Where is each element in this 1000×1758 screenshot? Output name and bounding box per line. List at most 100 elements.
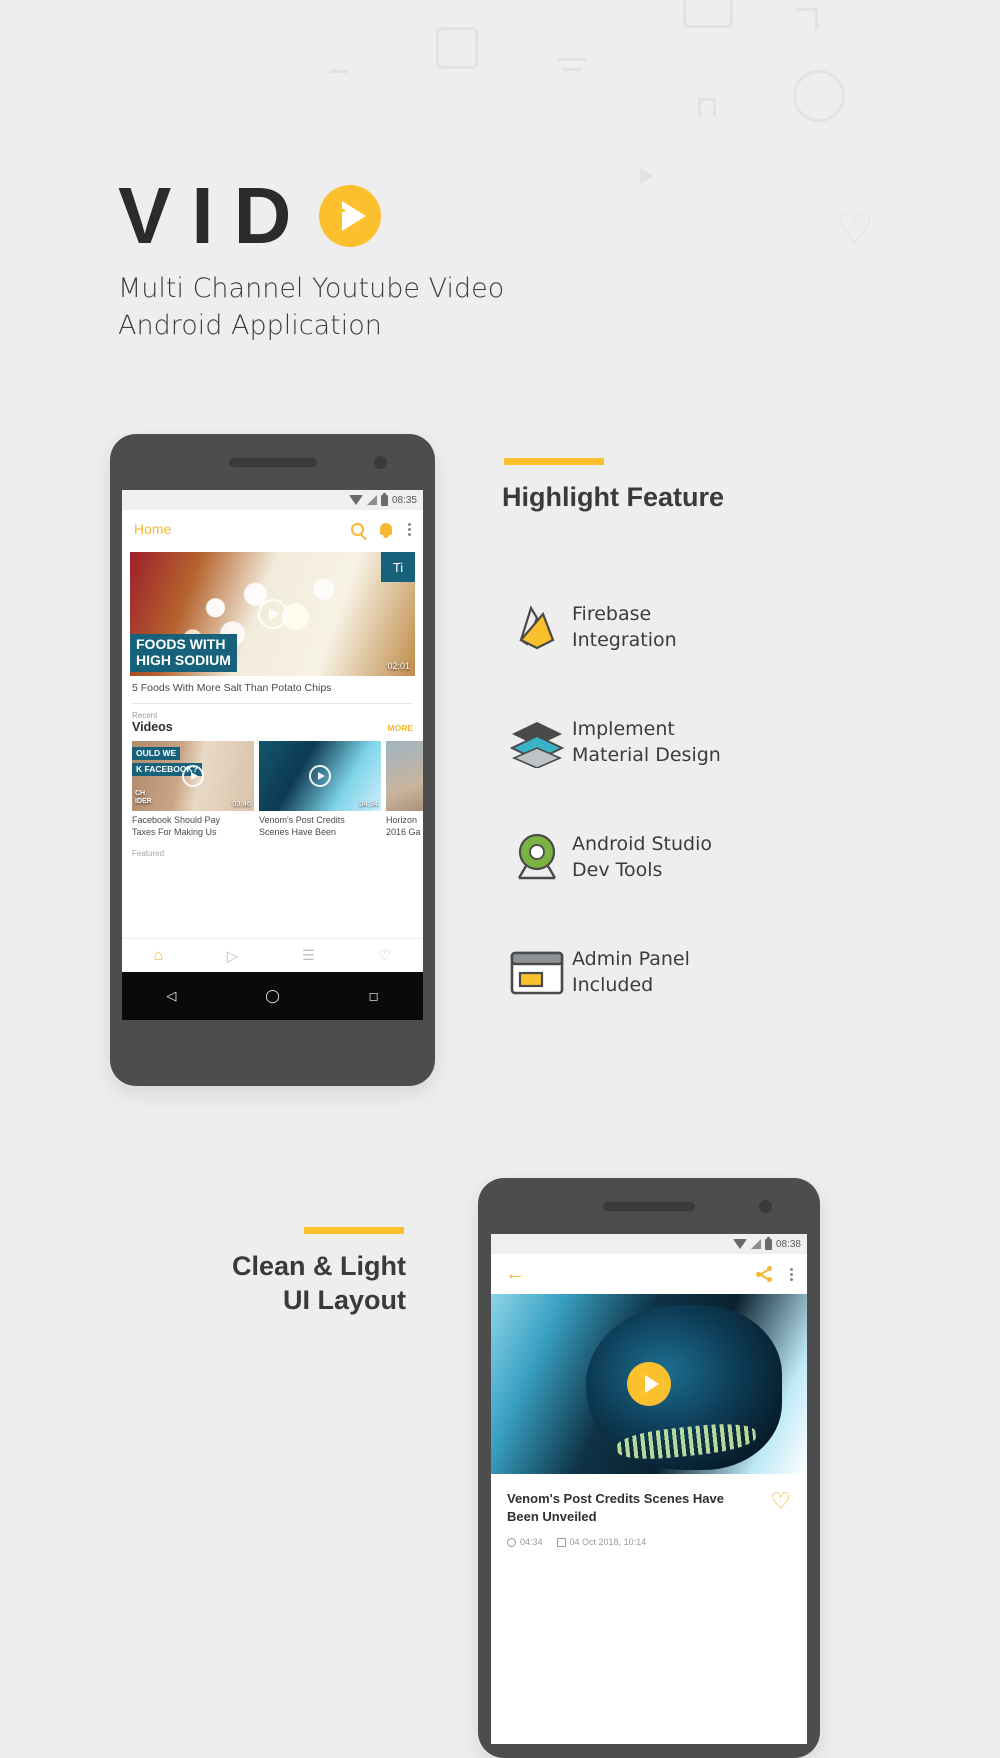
hero-badge: Ti — [381, 552, 415, 582]
video-player[interactable] — [491, 1294, 807, 1474]
phone-camera — [759, 1200, 772, 1213]
decor-corner-2 — [698, 98, 716, 116]
thumbnail-image — [386, 741, 423, 811]
decor-square-2 — [436, 27, 478, 69]
heart-icon[interactable]: ♡ — [379, 947, 392, 964]
more-link[interactable]: MORE — [388, 723, 414, 734]
share-icon[interactable] — [756, 1266, 772, 1282]
list-item[interactable]: Horizon 2016 Ga — [386, 741, 423, 839]
material-layers-icon — [502, 718, 572, 768]
feature-line-1: Firebase — [572, 603, 652, 626]
status-bar: 08:35 — [122, 490, 423, 510]
clean-light-line-2: UI Layout — [282, 1284, 406, 1315]
wifi-icon — [732, 1239, 747, 1249]
list-item: Implement Material Design — [502, 685, 922, 800]
clock-icon — [507, 1537, 516, 1547]
caption-line-2: Scenes Have Been — [259, 826, 337, 837]
more-vertical-icon[interactable] — [408, 522, 411, 536]
decor-corner-1 — [796, 8, 818, 30]
recent-videos-header: Recent Videos MORE — [122, 704, 423, 734]
list-item[interactable]: OULD WE K FACEBOOK? CH IDER 03:46 Facebo… — [132, 741, 254, 839]
caption-line-1: Facebook Should Pay — [132, 815, 221, 825]
hero-overlay-caption: FOODS WITH HIGH SODIUM — [130, 633, 237, 672]
section-title: Videos — [132, 720, 173, 734]
phone-speaker — [228, 458, 317, 467]
play-outline-icon[interactable] — [257, 599, 288, 629]
featured-label: Featured — [132, 848, 165, 858]
hero-video-title: 5 Foods With More Salt Than Potato Chips — [132, 682, 332, 694]
tagline-line-2: Android Application — [118, 310, 382, 342]
hero-overlay-line-2: HIGH SODIUM — [136, 652, 231, 669]
clean-light-accent-bar — [304, 1227, 404, 1234]
play-outline-icon[interactable] — [182, 765, 204, 787]
featured-video-card[interactable]: Ti FOODS WITH HIGH SODIUM 02:01 — [130, 552, 415, 676]
feature-line-2: Included — [572, 973, 654, 996]
playlist-icon[interactable]: ☰ — [302, 947, 315, 964]
decor-heart-icon: ♡ — [836, 205, 874, 252]
signal-icon — [750, 1239, 761, 1249]
thumbnail-caption: Facebook Should Pay Taxes For Making Us — [132, 811, 254, 839]
firebase-icon — [502, 600, 572, 656]
video-title: Venom's Post Credits Scenes Have Been Un… — [507, 1490, 724, 1525]
published-text: 04 Oct 2018, 10:14 — [569, 1537, 647, 1548]
logo-text: VID — [118, 171, 312, 260]
heart-outline-icon[interactable]: ♡ — [770, 1489, 791, 1525]
status-bar-time: 08:38 — [775, 1238, 801, 1250]
list-item: Admin Panel Included — [502, 915, 922, 1030]
hero-duration: 02:01 — [387, 661, 410, 671]
highlight-title: Highlight Feature — [502, 482, 724, 512]
corner-line-2: IDER — [135, 798, 152, 806]
phone-screen-home: 08:35 Home Ti FOODS WITH HIGH SODIUM 02:… — [122, 490, 423, 972]
duration-text: 04:34 — [520, 1537, 543, 1548]
decor-circle-1 — [793, 70, 845, 122]
triangle-back-icon[interactable]: ◁ — [166, 988, 176, 1004]
feature-label: Android Studio Dev Tools — [572, 832, 712, 882]
thumbnail-duration: 04:34 — [359, 799, 378, 808]
calendar-icon — [556, 1537, 566, 1547]
android-studio-icon — [502, 830, 572, 886]
list-item[interactable]: 04:34 Venom's Post Credits Scenes Have B… — [259, 741, 381, 839]
list-item: Android Studio Dev Tools — [502, 800, 922, 915]
video-duration: 04:34 — [507, 1537, 543, 1547]
bell-icon[interactable] — [380, 523, 392, 538]
android-nav-bar[interactable]: ◁ ◯ ◻ — [122, 972, 423, 1020]
search-icon[interactable] — [351, 522, 364, 536]
app-bar: Home — [122, 510, 423, 548]
thumbnail-image: OULD WE K FACEBOOK? CH IDER 03:46 — [132, 741, 254, 811]
clean-light-title: Clean & Light UI Layout — [0, 1250, 406, 1318]
battery-icon — [380, 492, 388, 506]
feature-line-2: Material Design — [572, 743, 721, 766]
hero-overlay-line-1: FOODS WITH — [136, 635, 226, 652]
tagline-line-1: Multi Channel Youtube Video — [118, 273, 505, 304]
feature-label: Implement Material Design — [572, 717, 721, 767]
phone-camera — [374, 456, 387, 469]
video-detail-header: Venom's Post Credits Scenes Have Been Un… — [491, 1474, 807, 1525]
feature-label: Admin Panel Included — [572, 947, 690, 997]
square-recents-icon[interactable]: ◻ — [369, 989, 379, 1003]
circle-home-icon[interactable]: ◯ — [265, 988, 280, 1004]
page-title: Home — [134, 521, 172, 537]
recent-videos-list[interactable]: OULD WE K FACEBOOK? CH IDER 03:46 Facebo… — [122, 734, 423, 839]
play-circle-icon — [319, 185, 382, 247]
more-vertical-icon[interactable] — [790, 1267, 793, 1281]
video-title-line-1: Venom's Post Credits Scenes Have — [507, 1491, 724, 1506]
clean-light-line-1: Clean & Light — [232, 1251, 406, 1281]
signal-icon — [366, 495, 377, 505]
home-icon[interactable]: ⌂ — [154, 947, 163, 964]
caption-line-2: Taxes For Making Us — [132, 826, 217, 837]
caption-line-1: Venom's Post Credits — [259, 815, 345, 825]
feature-label: Firebase Integration — [572, 602, 677, 652]
arrow-back-icon[interactable]: ← — [505, 1264, 525, 1284]
play-filled-icon[interactable] — [627, 1362, 671, 1406]
thumbnail-caption: Venom's Post Credits Scenes Have Been — [259, 811, 381, 839]
feature-line-1: Implement — [572, 718, 675, 741]
brand-logo: VID — [118, 171, 382, 260]
video-title-line-2: Been Unveiled — [507, 1508, 597, 1524]
decor-line-1 — [330, 70, 348, 73]
video-published: 04 Oct 2018, 10:14 — [556, 1537, 647, 1548]
thumbnail-tag-line-1: OULD WE — [132, 747, 181, 761]
bottom-tab-bar[interactable]: ⌂ ▷ ☰ ♡ — [122, 938, 423, 972]
play-outline-icon[interactable] — [309, 765, 331, 787]
play-circle-icon[interactable]: ▷ — [227, 947, 239, 965]
battery-icon — [764, 1236, 772, 1250]
